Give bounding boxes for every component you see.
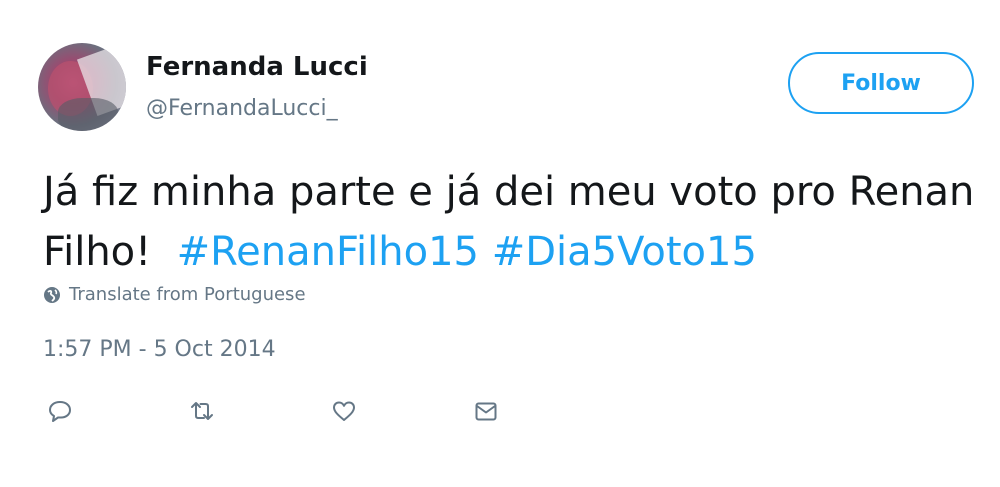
direct-message-button[interactable] <box>471 396 501 426</box>
reply-icon <box>49 401 71 422</box>
hashtag-link[interactable]: #RenanFilho15 <box>177 229 479 275</box>
retweet-icon <box>191 402 213 420</box>
translate-link[interactable]: Translate from Portuguese <box>43 284 306 305</box>
envelope-icon <box>475 402 497 421</box>
reply-button[interactable] <box>45 396 75 426</box>
follow-button[interactable]: Follow <box>788 52 974 114</box>
translate-label: Translate from Portuguese <box>69 284 306 305</box>
tweet-text: Já fiz minha parte e já dei meu voto pro… <box>43 162 983 282</box>
tweet-timestamp[interactable]: 1:57 PM - 5 Oct 2014 <box>43 337 276 362</box>
heart-icon <box>333 401 355 421</box>
hashtag-link[interactable]: #Dia5Voto15 <box>492 229 757 275</box>
action-bar <box>0 396 1000 430</box>
author-name[interactable]: Fernanda Lucci <box>146 52 368 82</box>
retweet-button[interactable] <box>187 396 217 426</box>
like-button[interactable] <box>329 396 359 426</box>
avatar[interactable] <box>38 43 126 131</box>
author-handle[interactable]: @FernandaLucci_ <box>146 96 338 121</box>
globe-icon <box>43 286 61 304</box>
